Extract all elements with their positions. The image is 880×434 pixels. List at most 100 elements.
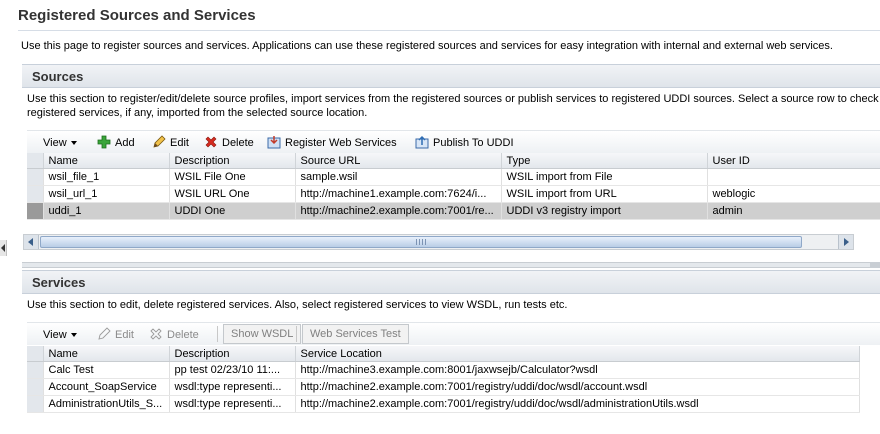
publish-label: Publish To UDDI [433, 137, 514, 149]
register-web-services-button[interactable]: Register Web Services [267, 135, 397, 151]
cell-user-id: weblogic [707, 185, 880, 203]
cell-name: Calc Test [43, 361, 170, 379]
chevron-down-icon [70, 333, 77, 337]
services-description: Use this section to edit, delete registe… [27, 299, 568, 311]
cell-description: WSIL File One [169, 168, 296, 186]
cell-type: WSIL import from File [501, 168, 708, 186]
scroll-left-button[interactable] [24, 235, 39, 249]
grip-icon [416, 239, 426, 245]
pencil-icon [98, 327, 111, 340]
services-header: Services [22, 270, 880, 294]
column-header-service-location[interactable]: Service Location [295, 346, 860, 362]
collapse-panel-handle[interactable] [0, 240, 7, 256]
table-row[interactable]: Calc Test pp test 02/23/10 11:... http:/… [27, 361, 860, 379]
cell-name: Account_SoapService [43, 378, 170, 396]
sources-title: Sources [32, 69, 84, 84]
column-header-name[interactable]: Name [43, 153, 170, 169]
row-selector[interactable] [27, 361, 44, 379]
web-services-test-button[interactable]: Web Services Test [302, 324, 409, 344]
column-header-description[interactable]: Description [169, 346, 296, 362]
panel-splitter[interactable] [22, 262, 880, 268]
cell-description: wsdl:type representi... [169, 378, 296, 396]
cell-source-url: http://machine1.example.com:7624/i... [295, 185, 502, 203]
page-intro: Use this page to register sources and se… [21, 40, 833, 52]
cell-description: pp test 02/23/10 11:... [169, 361, 296, 379]
page-title: Registered Sources and Services [18, 7, 256, 24]
cell-name: wsil_url_1 [43, 185, 170, 203]
column-header-type[interactable]: Type [501, 153, 708, 169]
edit-label: Edit [115, 329, 134, 341]
row-selector[interactable] [27, 378, 44, 396]
row-selector[interactable] [27, 168, 44, 186]
view-label: View [43, 329, 67, 341]
cell-description: wsdl:type representi... [169, 395, 296, 413]
scroll-thumb[interactable] [40, 236, 802, 248]
edit-label: Edit [170, 137, 189, 149]
delete-label: Delete [167, 329, 199, 341]
cell-name: AdministrationUtils_S... [43, 395, 170, 413]
publish-to-uddi-button[interactable]: Publish To UDDI [415, 135, 514, 151]
services-toolbar: View Edit Delete Show WSDL Web Services … [27, 322, 880, 345]
table-row[interactable]: Account_SoapService wsdl:type representi… [27, 378, 860, 396]
table-row[interactable]: AdministrationUtils_S... wsdl:type repre… [27, 395, 860, 413]
scroll-right-button[interactable] [838, 235, 853, 249]
delete-service-button[interactable]: Delete [149, 327, 199, 343]
pencil-icon [153, 135, 166, 148]
column-header-description[interactable]: Description [169, 153, 296, 169]
services-panel: Services Use this section to edit, delet… [22, 270, 880, 430]
cell-source-url: sample.wsil [295, 168, 502, 186]
add-source-button[interactable]: Add [97, 135, 135, 151]
horizontal-scrollbar[interactable] [23, 234, 854, 250]
cell-service-location: http://machine3.example.com:8001/jaxwsej… [295, 361, 860, 379]
cell-source-url: http://machine2.example.com:7001/re... [295, 202, 502, 220]
row-selector[interactable] [27, 202, 44, 220]
edit-source-button[interactable]: Edit [152, 135, 189, 151]
register-label: Register Web Services [285, 137, 397, 149]
cell-type: UDDI v3 registry import [501, 202, 708, 220]
publish-icon [415, 135, 429, 149]
page-title-rule [18, 30, 880, 31]
cell-user-id: admin [707, 202, 880, 220]
sources-view-menu[interactable]: View [43, 135, 77, 151]
sources-toolbar: View Add Edit Delete Register Web Servic… [27, 130, 880, 153]
services-table: Name Description Service Location Calc T… [27, 346, 860, 413]
sources-description: Use this section to register/edit/delete… [27, 92, 880, 120]
column-header-source-url[interactable]: Source URL [295, 153, 502, 169]
show-wsdl-button[interactable]: Show WSDL [223, 324, 302, 344]
chevron-down-icon [70, 141, 77, 145]
toolbar-separator [296, 326, 297, 342]
view-label: View [43, 137, 67, 149]
table-row-selected[interactable]: uddi_1 UDDI One http://machine2.example.… [27, 202, 880, 220]
sources-header: Sources [22, 64, 880, 88]
edit-service-button[interactable]: Edit [97, 327, 134, 343]
toolbar-separator [217, 326, 218, 342]
delete-source-button[interactable]: Delete [204, 135, 254, 151]
cell-description: UDDI One [169, 202, 296, 220]
row-selector-header [27, 346, 44, 362]
red-x-icon [205, 136, 217, 148]
cell-service-location: http://machine2.example.com:7001/registr… [295, 395, 860, 413]
cell-description: WSIL URL One [169, 185, 296, 203]
delete-label: Delete [222, 137, 254, 149]
services-view-menu[interactable]: View [43, 327, 77, 343]
table-row[interactable]: wsil_url_1 WSIL URL One http://machine1.… [27, 185, 880, 203]
red-x-icon [150, 328, 162, 340]
services-title: Services [32, 275, 86, 290]
cell-name: uddi_1 [43, 202, 170, 220]
column-header-user-id[interactable]: User ID [707, 153, 880, 169]
sources-panel: Sources Use this section to register/edi… [22, 64, 880, 260]
row-selector-header [27, 153, 44, 169]
column-header-name[interactable]: Name [43, 346, 170, 362]
register-icon [267, 136, 281, 149]
plus-icon [97, 135, 111, 149]
sources-description-line1: Use this section to register/edit/delete… [27, 93, 880, 105]
splitter-collapse-icon[interactable] [870, 262, 880, 268]
row-selector[interactable] [27, 395, 44, 413]
table-row[interactable]: wsil_file_1 WSIL File One sample.wsil WS… [27, 168, 880, 186]
cell-type: WSIL import from URL [501, 185, 708, 203]
cell-name: wsil_file_1 [43, 168, 170, 186]
row-selector[interactable] [27, 185, 44, 203]
add-label: Add [115, 137, 135, 149]
cell-user-id [707, 168, 880, 186]
sources-description-line2: registered services, if any, imported fr… [27, 107, 368, 119]
